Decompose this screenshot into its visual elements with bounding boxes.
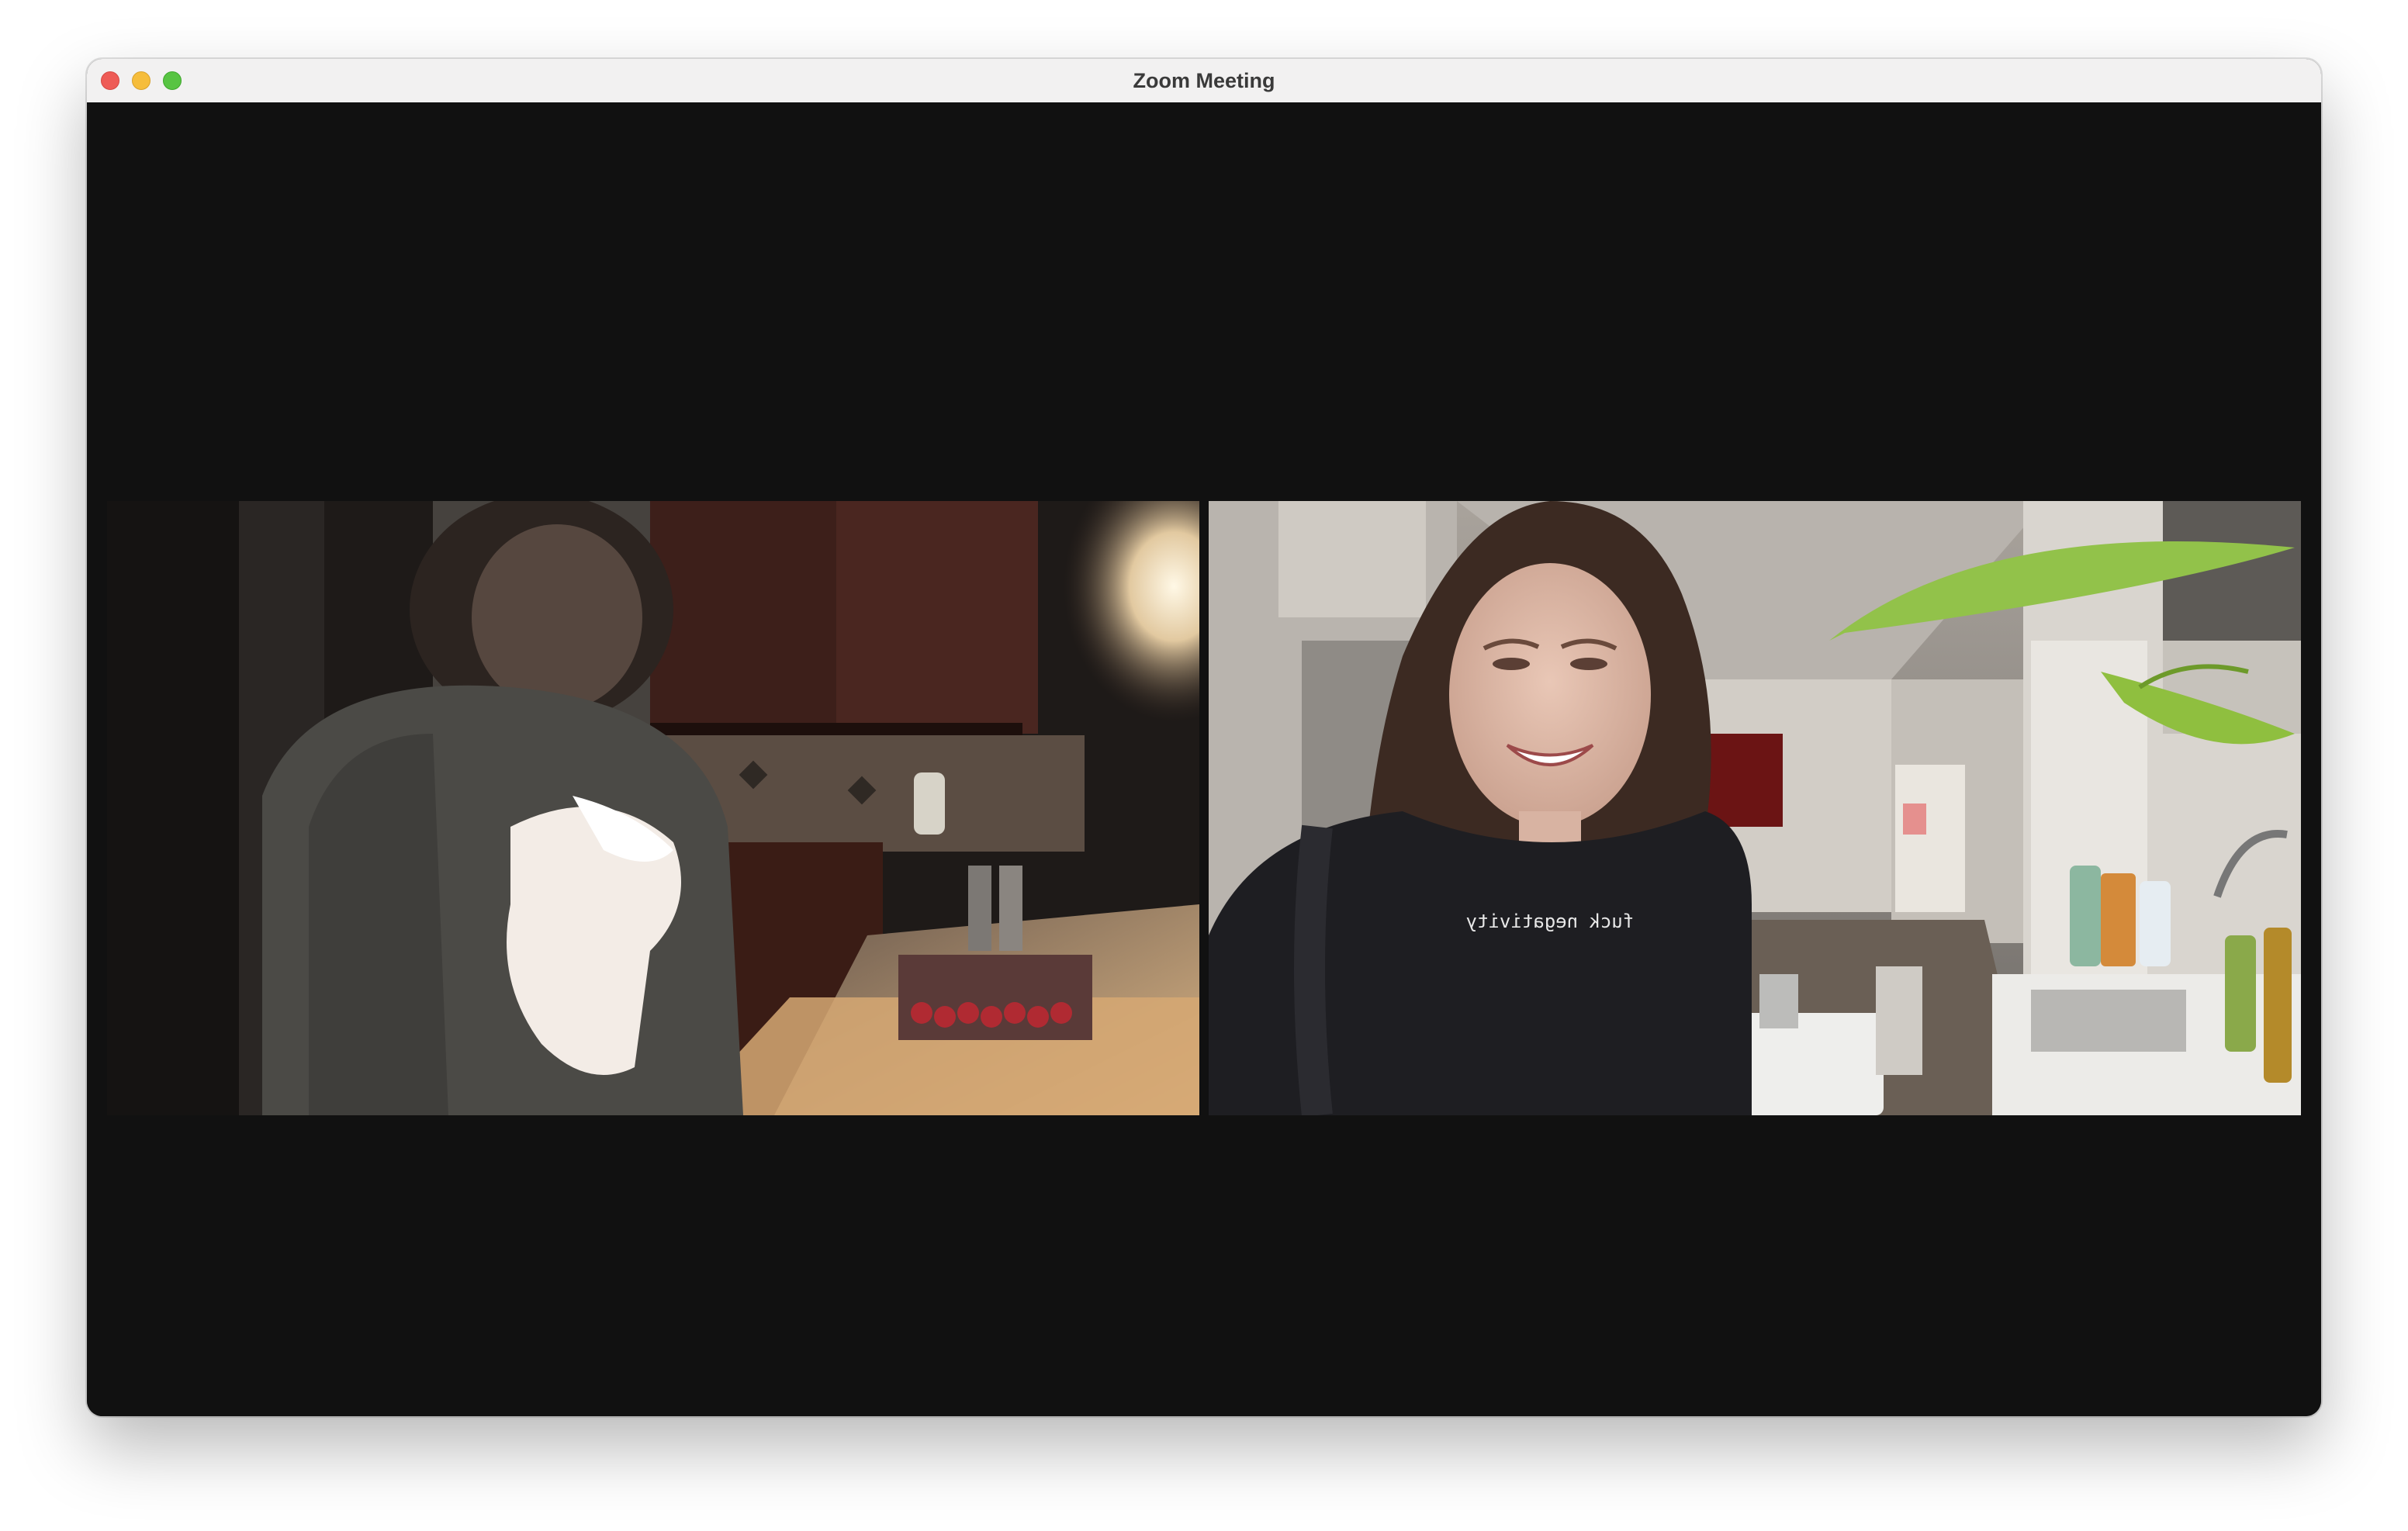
- meeting-stage: fuck negativity: [87, 102, 2321, 1416]
- shirt-text: fuck negativity: [1466, 911, 1635, 932]
- zoom-window: Zoom Meeting fuck negativity: [87, 59, 2321, 1416]
- title-bar[interactable]: Zoom Meeting: [87, 59, 2321, 103]
- participant-video-feed-1: [107, 501, 1199, 1115]
- participant-video-tile-1[interactable]: [107, 501, 1199, 1115]
- participant-video-feed-2: fuck negativity: [1209, 501, 2301, 1115]
- participant-video-tile-2[interactable]: fuck negativity: [1209, 501, 2301, 1115]
- window-title: Zoom Meeting: [1133, 69, 1275, 92]
